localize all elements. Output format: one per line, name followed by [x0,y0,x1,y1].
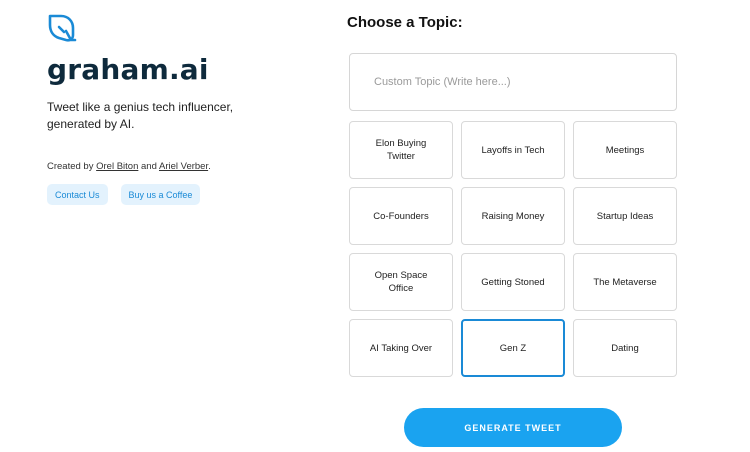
topic-tile-open-space-office[interactable]: Open Space Office [349,253,453,311]
support-buttons: Contact Us Buy us a Coffee [47,184,287,205]
topic-tile-dating[interactable]: Dating [573,319,677,377]
tagline: Tweet like a genius tech influencer, gen… [47,100,234,131]
topic-panel: Choose a Topic: Elon Buying Twitter Layo… [347,14,682,447]
topic-tile-the-metaverse[interactable]: The Metaverse [573,253,677,311]
topic-tile-layoffs-in-tech[interactable]: Layoffs in Tech [461,121,565,179]
topic-tile-getting-stoned[interactable]: Getting Stoned [461,253,565,311]
contact-us-button[interactable]: Contact Us [47,184,108,205]
credits: Created by Orel Biton and Ariel Verber. [47,161,287,172]
topic-tile-co-founders[interactable]: Co-Founders [349,187,453,245]
topic-tile-gen-z[interactable]: Gen Z [461,319,565,377]
topic-tile-raising-money[interactable]: Raising Money [461,187,565,245]
topic-grid: Elon Buying Twitter Layoffs in Tech Meet… [349,121,677,377]
credits-joiner: and [138,161,159,172]
credits-prefix: Created by [47,161,97,172]
topic-tile-elon-buying-twitter[interactable]: Elon Buying Twitter [349,121,453,179]
topic-tile-meetings[interactable]: Meetings [573,121,677,179]
bird-logo-icon[interactable] [47,13,77,43]
credits-suffix: . [208,161,211,172]
topic-heading: Choose a Topic: [347,14,463,31]
brand-name: graham.ai [47,53,209,86]
generate-tweet-button[interactable]: GENERATE TWEET [404,408,622,447]
custom-topic-input[interactable] [349,53,677,111]
topic-tile-startup-ideas[interactable]: Startup Ideas [573,187,677,245]
topic-tile-ai-taking-over[interactable]: AI Taking Over [349,319,453,377]
author-link-orel[interactable]: Orel Biton [96,161,138,172]
author-link-ariel[interactable]: Ariel Verber [159,161,208,172]
intro-panel: graham.ai Tweet like a genius tech influ… [47,13,287,205]
buy-coffee-button[interactable]: Buy us a Coffee [120,184,201,205]
